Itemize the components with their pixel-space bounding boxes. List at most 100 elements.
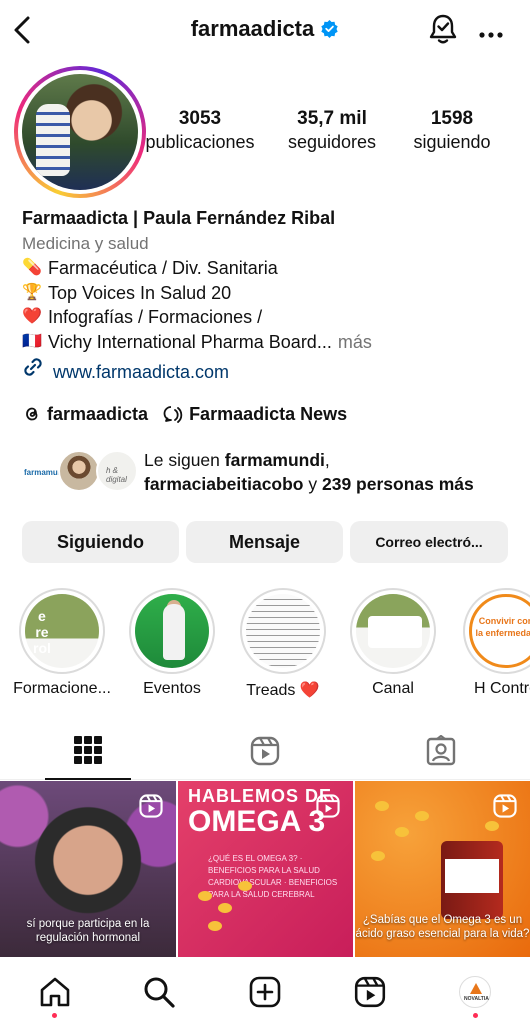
notification-dot [52,1013,57,1018]
supplement-jar-shape [441,841,503,919]
followers-stat[interactable]: 35,7 mil seguidores [267,108,397,153]
bio-line-text: Top Voices In Salud 20 [48,282,232,303]
post-thumbnail[interactable]: ¿Sabías que el Omega 3 es un ácido graso… [355,781,530,957]
followers-label: seguidores [287,132,377,152]
profile-tabs [0,722,530,780]
followers-count: 35,7 mil [297,108,367,129]
highlight-cover [356,594,430,668]
nav-reels[interactable] [352,974,388,1010]
tab-reels[interactable] [222,722,308,780]
mutual-follower-2: farmaciabeitiacobo [144,474,304,494]
posts-label: publicaciones [145,132,255,152]
tagged-user-icon [426,735,456,766]
highlight-label: Eventos [143,680,201,697]
broadcast-channel-icon [163,406,183,423]
highlight-item[interactable]: Canal [333,588,453,698]
highlight-cover: Convivir con la enfermedad [469,594,530,668]
nav-create[interactable] [247,974,283,1010]
bio-line-text: Infografías / Formaciones / [48,307,263,328]
avatar-logo-text: NOVALTIA [464,996,489,1002]
following-stat[interactable]: 1598 siguiendo [402,108,502,153]
reel-indicator-icon [492,793,518,824]
followed-by[interactable]: farmamundi h & digital Le siguen farmamu… [20,448,530,498]
broadcast-channel-badge[interactable]: Farmaadicta News [162,404,347,425]
search-icon [144,977,175,1008]
bio-line: 🇫🇷 Vichy International Pharma Board... m… [22,330,522,355]
mutual-followers-others: 239 personas más [321,474,474,494]
post-thumbnail[interactable]: HABLEMOS DE OMEGA 3 ¿QUÉ ES EL OMEGA 3? … [178,781,353,957]
post-body-overlay: ¿QUÉ ES EL OMEGA 3? · BENEFICIOS PARA LA… [208,854,338,899]
threads-badge[interactable]: farmaadicta [22,404,148,425]
profile-avatar [22,74,138,190]
follower-avatar [58,450,100,492]
story-highlights: e re rol Formacione... Eventos Treads ❤️… [0,588,530,703]
following-label: siguiendo [413,132,491,152]
tab-grid[interactable] [45,722,131,780]
mutual-follower-1: farmamundi [224,450,325,470]
bio-more-link[interactable]: más [338,330,372,354]
highlight-label: Canal [372,680,414,697]
followed-by-text: Le siguen farmamundi, farmaciabeitiacobo… [144,450,474,494]
highlight-item[interactable]: Treads ❤️ [223,588,343,700]
bio-line: ❤️ Infografías / Formaciones / [22,305,522,330]
post-grid: sí porque participa en la regulación hor… [0,781,530,957]
highlight-label: H Contro [473,680,530,697]
reels-icon [250,736,280,766]
following-button[interactable]: Siguiendo [22,521,179,563]
notification-dot [473,1013,478,1018]
nav-profile[interactable]: NOVALTIA [457,974,493,1010]
follower-avatar: h & digital [96,450,138,492]
broadcast-channel-name: Farmaadicta News [189,403,348,424]
highlight-cover-text: e re rol [33,608,51,656]
nav-search[interactable] [141,974,177,1010]
profile-category: Medicina y salud [22,234,149,253]
reel-indicator-icon [138,793,164,824]
post-caption-overlay: sí porque participa en la regulación hor… [26,918,150,944]
highlight-cover [135,594,209,668]
posts-stat[interactable]: 3053 publicaciones [140,108,260,153]
link-icon [22,353,44,391]
highlight-item[interactable]: Convivir con la enfermedad H Contro [446,588,530,698]
message-button[interactable]: Mensaje [186,521,343,563]
highlight-label: Formacione... [13,680,111,697]
highlight-item[interactable]: Eventos [112,588,232,698]
home-icon [40,977,70,1007]
france-flag-icon: 🇫🇷 [22,332,42,350]
threads-icon [26,407,38,421]
avatar-vase-shape [36,104,70,176]
highlight-cover-text: Convivir con la enfermedad [475,616,530,638]
profile-stats: 3053 publicaciones 35,7 mil seguidores 1… [140,108,530,158]
threads-handle: farmaadicta [47,403,149,424]
grid-icon [74,736,102,764]
heart-emoji-icon: ❤️ [22,308,42,326]
follower-avatar: farmamundi [20,450,70,492]
tab-tagged[interactable] [398,722,484,780]
post-thumbnail[interactable]: sí porque participa en la regulación hor… [0,781,176,957]
email-button[interactable]: Correo electró... [350,521,508,563]
nav-home[interactable] [37,974,73,1010]
reels-icon [354,976,386,1008]
profile-actions: Siguiendo Mensaje Correo electró... [22,521,508,563]
posts-count: 3053 [178,108,222,129]
threads-row: farmaadicta Farmaadicta News [22,402,347,426]
bio-line-text: Vichy International Pharma Board... [48,331,332,352]
highlight-label: Treads ❤️ [246,682,320,699]
highlight-cover [246,594,320,668]
trophy-emoji-icon: 🏆 [22,283,42,301]
profile-bio: Farmaadicta | Paula Fernández Ribal Medi… [22,206,522,390]
more-options-icon[interactable] [478,26,504,44]
post-caption-overlay: ¿Sabías que el Omega 3 es un ácido graso… [355,914,530,940]
bottom-navigation: NOVALTIA [0,960,530,1024]
website-link[interactable]: www.farmaadicta.com [22,354,522,390]
username: farmaadicta [190,16,315,41]
pill-emoji-icon: 💊 [22,259,42,277]
notifications-bell-icon[interactable] [428,12,458,51]
highlight-item[interactable]: e re rol Formacione... [2,588,122,698]
verified-badge-icon [320,18,339,44]
profile-avatar-story-ring[interactable] [14,66,146,198]
create-post-icon [249,976,281,1008]
reel-indicator-icon [315,793,341,824]
highlight-cover: e re rol [25,594,99,668]
profile-avatar-small: NOVALTIA [459,976,491,1008]
bio-line: 🏆 Top Voices In Salud 20 [22,281,522,306]
